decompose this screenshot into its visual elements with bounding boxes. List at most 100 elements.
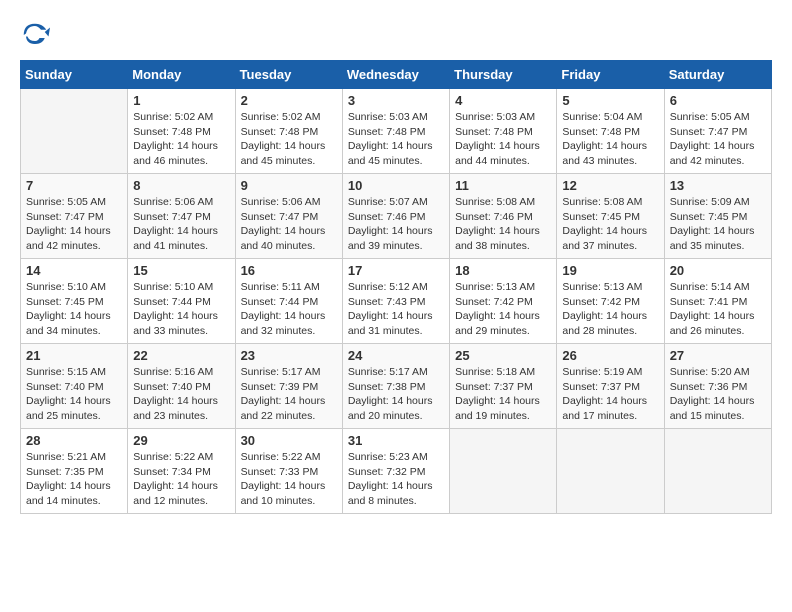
calendar-cell: 18 Sunrise: 5:13 AM Sunset: 7:42 PM Dayl…: [450, 259, 557, 344]
minutes-text: and 32 minutes.: [241, 324, 337, 339]
sunset-text: Sunset: 7:47 PM: [241, 210, 337, 225]
minutes-text: and 28 minutes.: [562, 324, 658, 339]
sunset-text: Sunset: 7:36 PM: [670, 380, 766, 395]
daylight-text: Daylight: 14 hours: [348, 139, 444, 154]
day-number: 18: [455, 263, 551, 278]
day-number: 22: [133, 348, 229, 363]
daylight-text: Daylight: 14 hours: [241, 394, 337, 409]
sunset-text: Sunset: 7:37 PM: [455, 380, 551, 395]
daylight-text: Daylight: 14 hours: [133, 479, 229, 494]
minutes-text: and 42 minutes.: [670, 154, 766, 169]
minutes-text: and 20 minutes.: [348, 409, 444, 424]
sunset-text: Sunset: 7:48 PM: [241, 125, 337, 140]
calendar-cell: 26 Sunrise: 5:19 AM Sunset: 7:37 PM Dayl…: [557, 344, 664, 429]
sunrise-text: Sunrise: 5:10 AM: [133, 280, 229, 295]
day-number: 2: [241, 93, 337, 108]
sunrise-text: Sunrise: 5:13 AM: [562, 280, 658, 295]
sunrise-text: Sunrise: 5:17 AM: [241, 365, 337, 380]
header-sunday: Sunday: [21, 61, 128, 89]
day-number: 11: [455, 178, 551, 193]
daylight-text: Daylight: 14 hours: [133, 224, 229, 239]
day-number: 9: [241, 178, 337, 193]
daylight-text: Daylight: 14 hours: [562, 224, 658, 239]
minutes-text: and 38 minutes.: [455, 239, 551, 254]
day-number: 23: [241, 348, 337, 363]
sunset-text: Sunset: 7:46 PM: [348, 210, 444, 225]
sunset-text: Sunset: 7:32 PM: [348, 465, 444, 480]
calendar-cell: 31 Sunrise: 5:23 AM Sunset: 7:32 PM Dayl…: [342, 429, 449, 514]
minutes-text: and 22 minutes.: [241, 409, 337, 424]
sunset-text: Sunset: 7:47 PM: [26, 210, 122, 225]
sunrise-text: Sunrise: 5:22 AM: [133, 450, 229, 465]
sunset-text: Sunset: 7:48 PM: [455, 125, 551, 140]
daylight-text: Daylight: 14 hours: [348, 479, 444, 494]
calendar-cell: 1 Sunrise: 5:02 AM Sunset: 7:48 PM Dayli…: [128, 89, 235, 174]
sunrise-text: Sunrise: 5:11 AM: [241, 280, 337, 295]
daylight-text: Daylight: 14 hours: [348, 394, 444, 409]
daylight-text: Daylight: 14 hours: [562, 394, 658, 409]
minutes-text: and 39 minutes.: [348, 239, 444, 254]
sunset-text: Sunset: 7:45 PM: [562, 210, 658, 225]
calendar-cell: 12 Sunrise: 5:08 AM Sunset: 7:45 PM Dayl…: [557, 174, 664, 259]
sunrise-text: Sunrise: 5:02 AM: [133, 110, 229, 125]
day-number: 12: [562, 178, 658, 193]
daylight-text: Daylight: 14 hours: [670, 394, 766, 409]
calendar-cell: 11 Sunrise: 5:08 AM Sunset: 7:46 PM Dayl…: [450, 174, 557, 259]
sunset-text: Sunset: 7:48 PM: [133, 125, 229, 140]
minutes-text: and 37 minutes.: [562, 239, 658, 254]
day-number: 14: [26, 263, 122, 278]
calendar-cell: 28 Sunrise: 5:21 AM Sunset: 7:35 PM Dayl…: [21, 429, 128, 514]
sunrise-text: Sunrise: 5:14 AM: [670, 280, 766, 295]
calendar-cell: [557, 429, 664, 514]
day-number: 30: [241, 433, 337, 448]
day-number: 21: [26, 348, 122, 363]
sunset-text: Sunset: 7:47 PM: [133, 210, 229, 225]
day-number: 28: [26, 433, 122, 448]
sunrise-text: Sunrise: 5:10 AM: [26, 280, 122, 295]
daylight-text: Daylight: 14 hours: [455, 139, 551, 154]
sunset-text: Sunset: 7:44 PM: [133, 295, 229, 310]
calendar-cell: 3 Sunrise: 5:03 AM Sunset: 7:48 PM Dayli…: [342, 89, 449, 174]
sunset-text: Sunset: 7:38 PM: [348, 380, 444, 395]
calendar-cell: 16 Sunrise: 5:11 AM Sunset: 7:44 PM Dayl…: [235, 259, 342, 344]
day-number: 5: [562, 93, 658, 108]
minutes-text: and 8 minutes.: [348, 494, 444, 509]
minutes-text: and 19 minutes.: [455, 409, 551, 424]
header-wednesday: Wednesday: [342, 61, 449, 89]
sunset-text: Sunset: 7:35 PM: [26, 465, 122, 480]
header-saturday: Saturday: [664, 61, 771, 89]
day-number: 10: [348, 178, 444, 193]
day-number: 27: [670, 348, 766, 363]
sunset-text: Sunset: 7:42 PM: [562, 295, 658, 310]
day-number: 31: [348, 433, 444, 448]
sunrise-text: Sunrise: 5:07 AM: [348, 195, 444, 210]
minutes-text: and 40 minutes.: [241, 239, 337, 254]
logo: [20, 20, 54, 50]
minutes-text: and 23 minutes.: [133, 409, 229, 424]
calendar-cell: 17 Sunrise: 5:12 AM Sunset: 7:43 PM Dayl…: [342, 259, 449, 344]
daylight-text: Daylight: 14 hours: [133, 139, 229, 154]
sunrise-text: Sunrise: 5:22 AM: [241, 450, 337, 465]
daylight-text: Daylight: 14 hours: [26, 224, 122, 239]
minutes-text: and 31 minutes.: [348, 324, 444, 339]
daylight-text: Daylight: 14 hours: [241, 479, 337, 494]
sunset-text: Sunset: 7:34 PM: [133, 465, 229, 480]
minutes-text: and 34 minutes.: [26, 324, 122, 339]
sunset-text: Sunset: 7:39 PM: [241, 380, 337, 395]
minutes-text: and 46 minutes.: [133, 154, 229, 169]
calendar-cell: 30 Sunrise: 5:22 AM Sunset: 7:33 PM Dayl…: [235, 429, 342, 514]
daylight-text: Daylight: 14 hours: [241, 224, 337, 239]
calendar-cell: 29 Sunrise: 5:22 AM Sunset: 7:34 PM Dayl…: [128, 429, 235, 514]
daylight-text: Daylight: 14 hours: [26, 479, 122, 494]
daylight-text: Daylight: 14 hours: [670, 309, 766, 324]
sunrise-text: Sunrise: 5:20 AM: [670, 365, 766, 380]
sunrise-text: Sunrise: 5:23 AM: [348, 450, 444, 465]
minutes-text: and 12 minutes.: [133, 494, 229, 509]
daylight-text: Daylight: 14 hours: [26, 394, 122, 409]
logo-icon: [20, 20, 50, 50]
sunrise-text: Sunrise: 5:19 AM: [562, 365, 658, 380]
sunrise-text: Sunrise: 5:05 AM: [26, 195, 122, 210]
daylight-text: Daylight: 14 hours: [562, 139, 658, 154]
sunrise-text: Sunrise: 5:03 AM: [348, 110, 444, 125]
daylight-text: Daylight: 14 hours: [455, 224, 551, 239]
